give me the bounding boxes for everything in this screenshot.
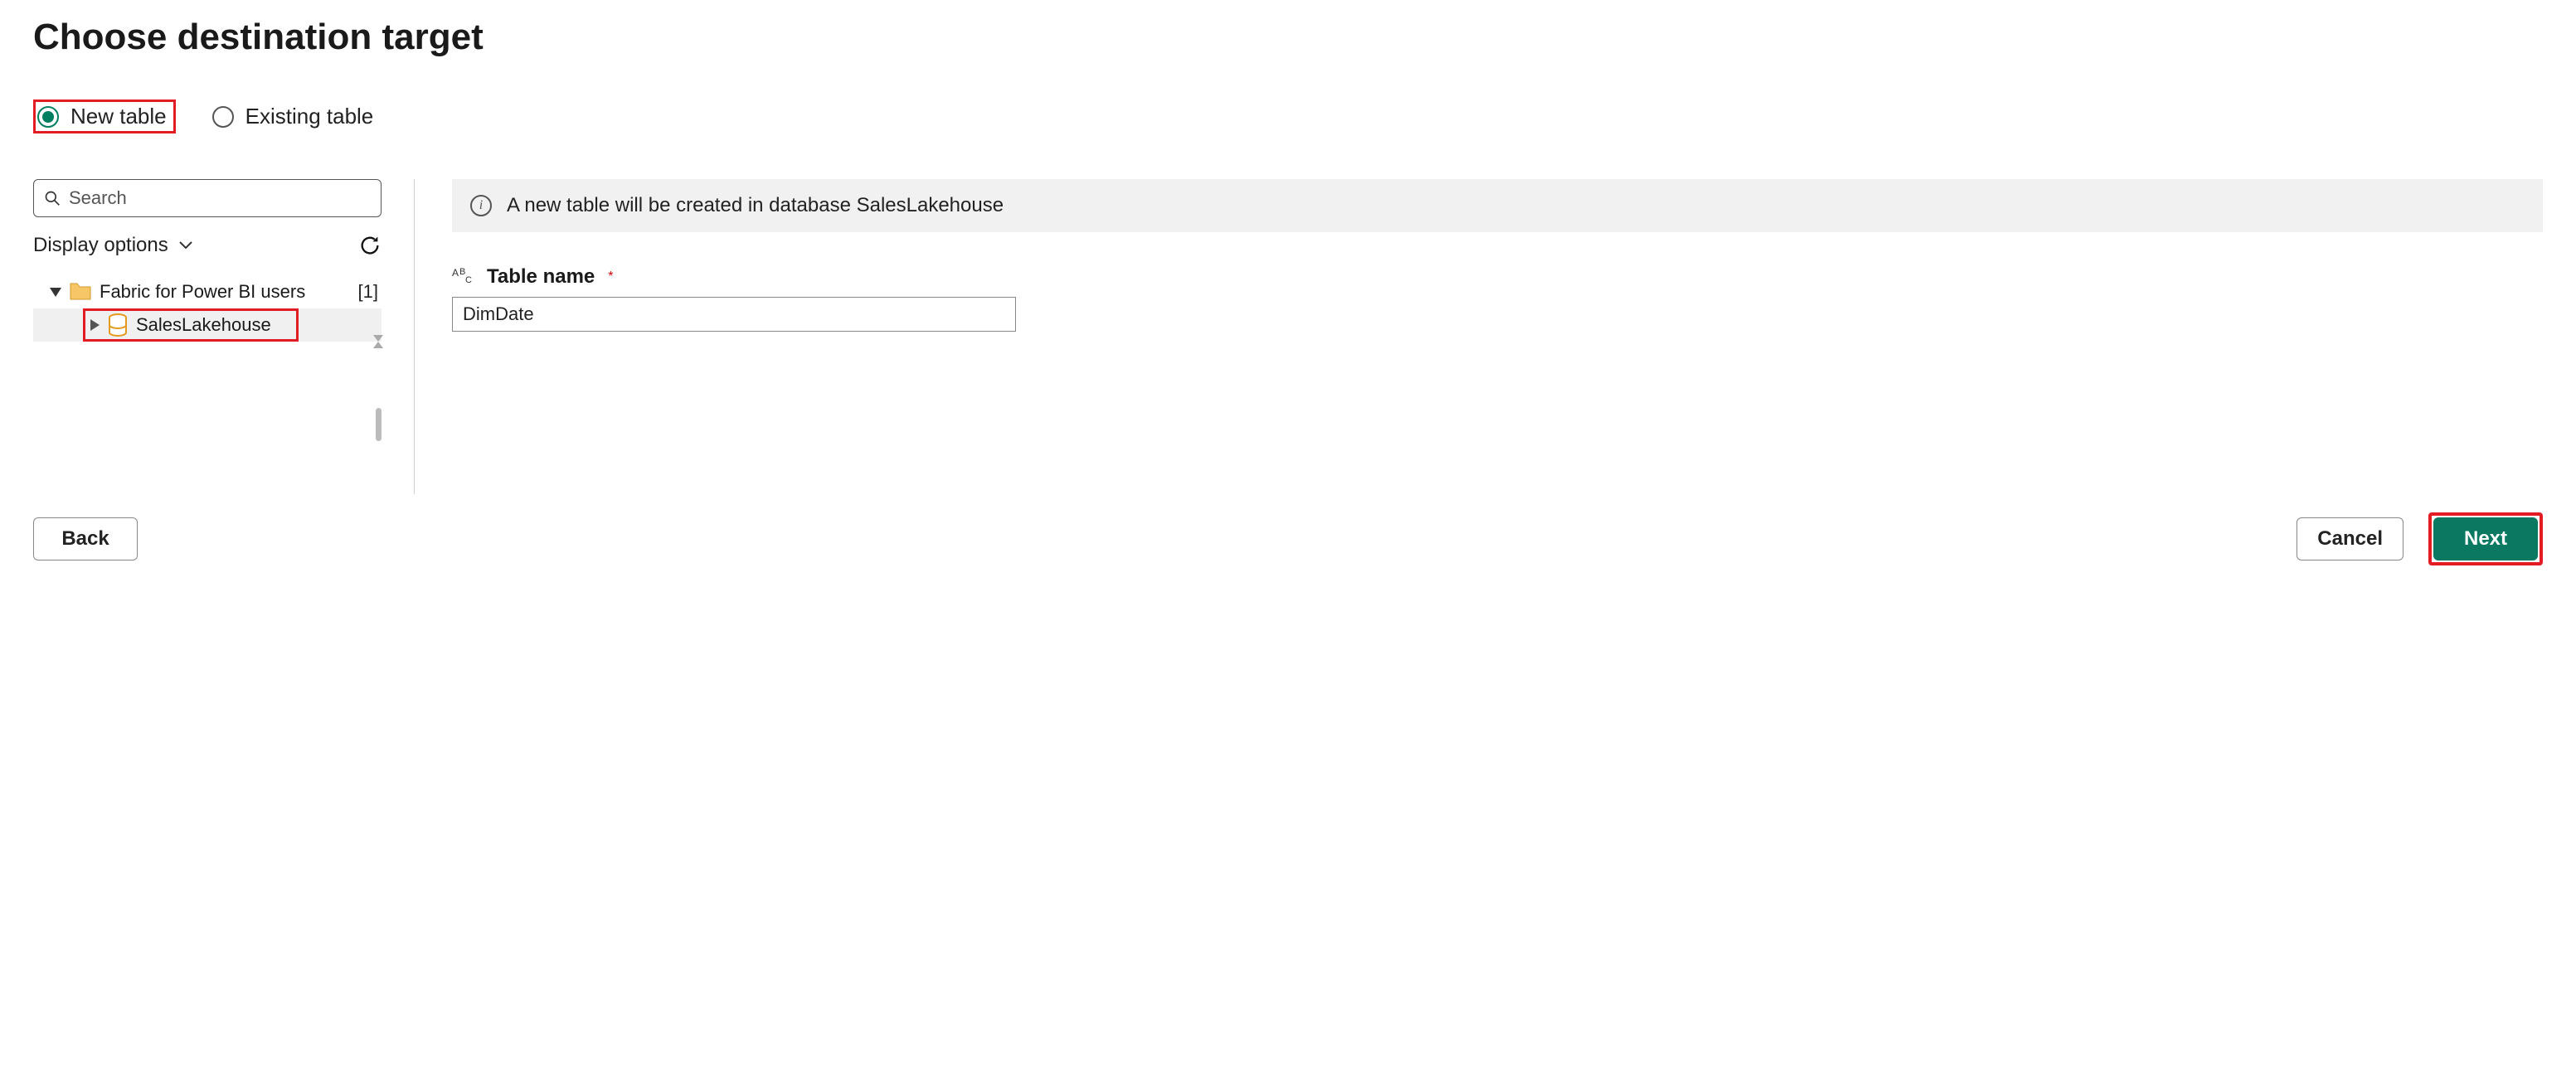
folder-icon [70,283,91,301]
scroll-thumb [376,408,382,441]
table-name-input[interactable] [452,297,1016,332]
text-type-icon: A B C [452,266,477,288]
caret-expanded-icon [50,288,61,297]
tree-item-lakehouse[interactable]: SalesLakehouse [83,308,299,342]
chevron-down-icon [178,240,193,250]
search-box[interactable] [33,179,382,217]
page-title: Choose destination target [33,17,2543,58]
next-highlight: Next [2428,512,2543,565]
existing-table-radio[interactable]: Existing table [209,100,382,133]
refresh-button[interactable] [358,234,382,257]
tree-item-workspace[interactable]: Fabric for Power BI users [1] [33,275,382,308]
right-panel: i A new table will be created in databas… [415,179,2543,494]
scroll-down-icon [373,335,383,342]
table-mode-radio-group: New table Existing table [33,99,2543,133]
lakehouse-label: SalesLakehouse [136,314,271,336]
navigation-tree: Fabric for Power BI users [1] SalesLakeh… [33,275,382,342]
existing-table-label: Existing table [245,104,374,129]
new-table-label: New table [70,104,167,129]
info-message: A new table will be created in database … [507,194,1004,217]
main-columns: Display options Fabric for [33,179,2543,494]
radio-unselected-icon [212,106,234,128]
footer: Back Cancel Next [33,512,2543,565]
caret-collapsed-icon [90,319,100,331]
item-count: [1] [358,281,382,303]
workspace-label: Fabric for Power BI users [100,281,305,303]
svg-text:A: A [452,267,459,279]
info-icon: i [470,195,492,216]
display-options-dropdown[interactable]: Display options [33,234,193,257]
table-name-field: A B C Table name * [452,265,2543,332]
search-input[interactable] [69,187,371,209]
back-button[interactable]: Back [33,517,138,560]
scroll-up-icon [373,342,383,348]
info-banner: i A new table will be created in databas… [452,179,2543,232]
display-options-label: Display options [33,234,168,257]
table-name-label: Table name [487,265,595,289]
display-options-row: Display options [33,234,382,257]
next-button[interactable]: Next [2433,517,2538,560]
required-indicator: * [608,269,613,284]
refresh-icon [358,234,382,257]
cancel-button[interactable]: Cancel [2297,517,2403,560]
radio-selected-icon [37,106,59,128]
tree-item-lakehouse-row: SalesLakehouse [33,308,382,342]
left-panel: Display options Fabric for [33,179,415,494]
svg-text:C: C [465,275,472,285]
new-table-radio[interactable]: New table [33,99,176,133]
database-icon [108,313,128,337]
search-icon [44,190,61,206]
